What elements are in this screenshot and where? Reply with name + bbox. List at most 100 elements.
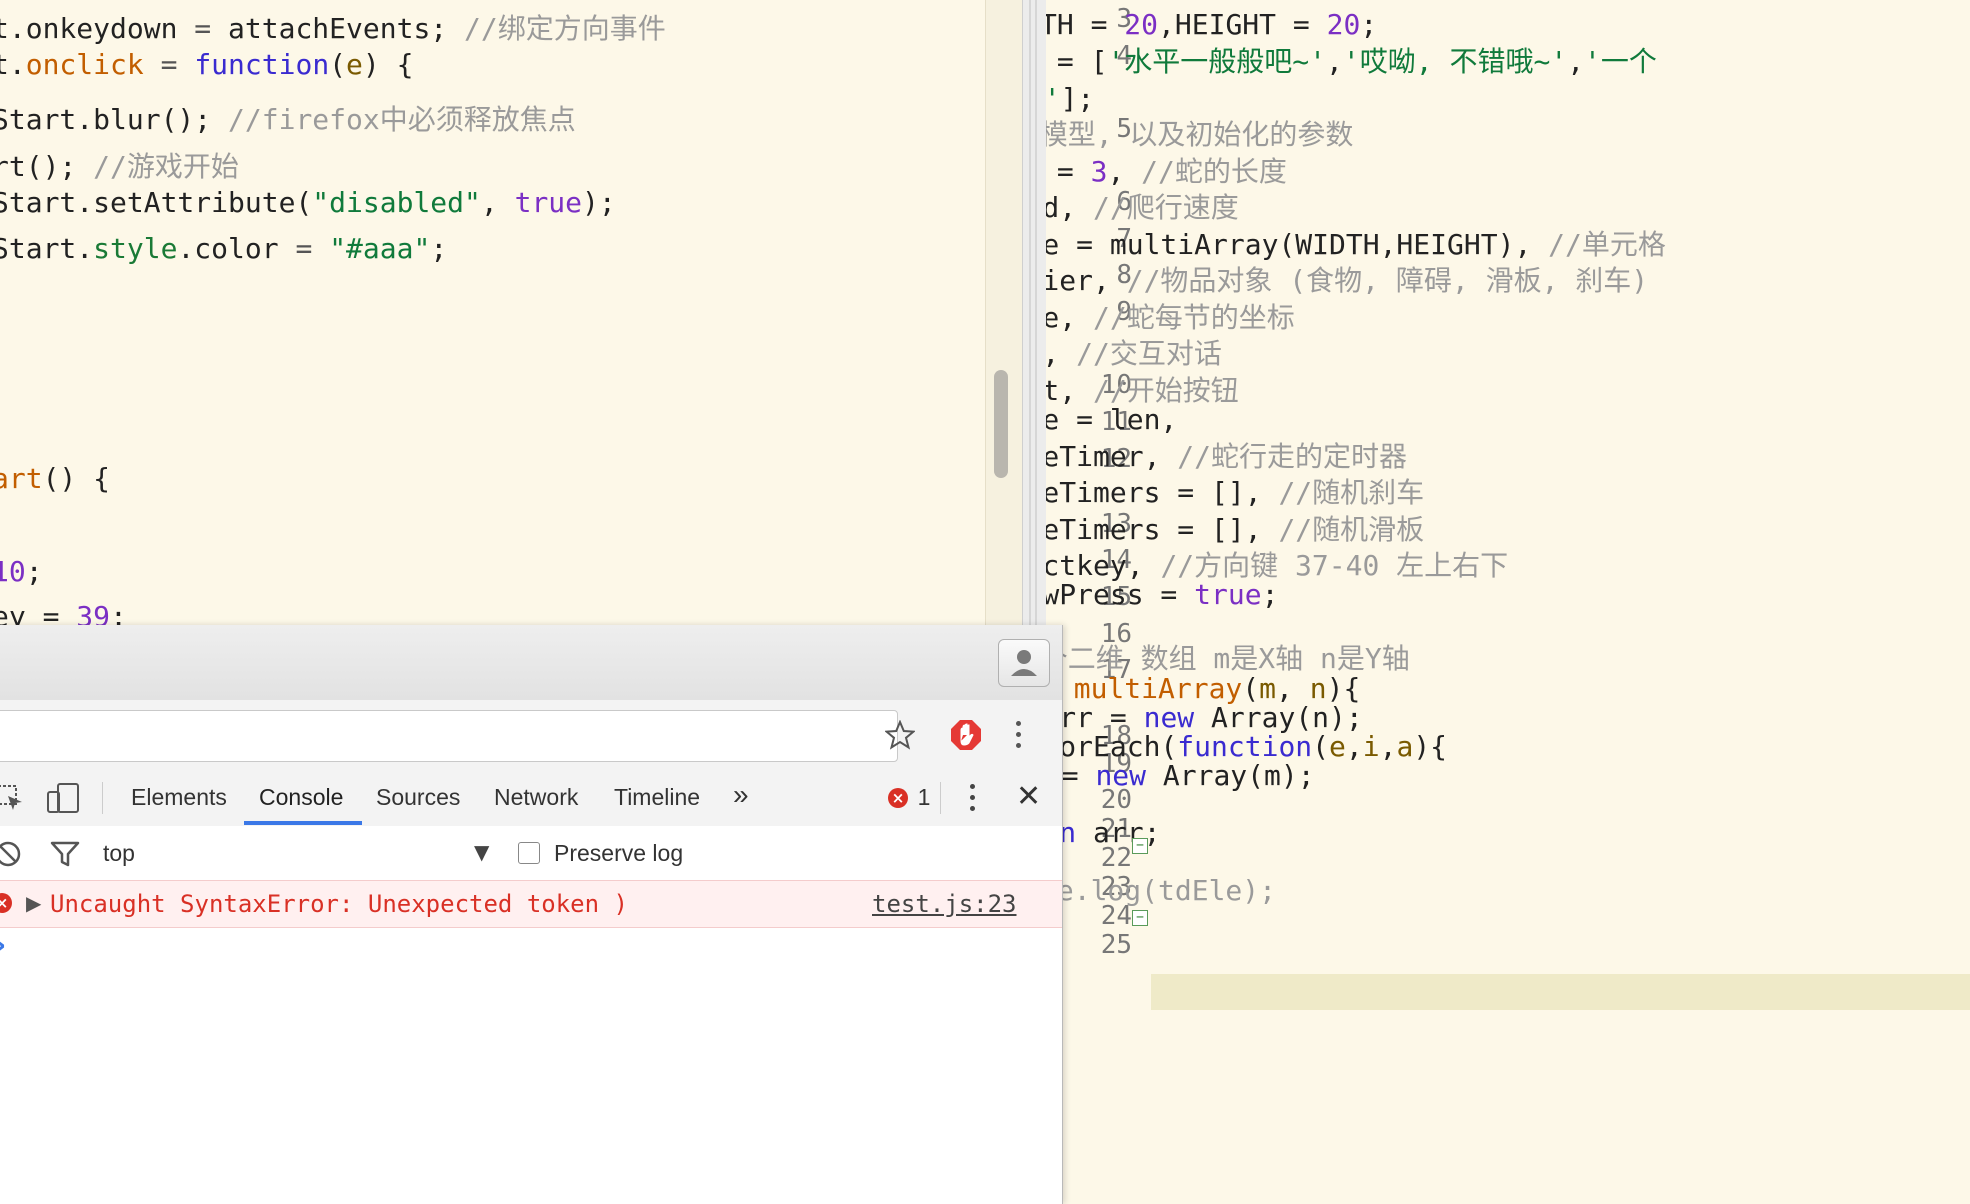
code-line[interactable]: art() { [0,462,110,496]
code-line[interactable]: var SAY = ['水平一般般吧~','哎呦, 不错哦~','一个 [1046,45,1657,79]
left-code-editor[interactable]: t.onkeydown = attachEvents; //绑定方向事件 t.o… [0,0,985,625]
code-token: info, [1046,337,1076,370]
right-code-editor[interactable]: 3 4 5 6 7 8 9 10 11 12 13 14 15 16 17 18 19 20 21 22 23 24 25 … [1046,0,1970,1204]
code-token: skateTimers = [], [1046,513,1262,546]
code-token: a [1396,730,1414,763]
browser-window: Elements Console Sources Network Timelin… [0,625,1063,1204]
code-line[interactable]: var len = 3, //蛇的长度 [1046,155,1287,189]
preserve-log-checkbox[interactable] [518,842,540,864]
error-icon: × [888,787,908,808]
code-token: ){ [1413,730,1448,763]
code-token: //单元格 [1548,228,1666,261]
code-token: 10 [0,555,26,588]
code-token: Start. [0,232,94,265]
code-token: ; [1360,8,1378,41]
context-dropdown-icon[interactable]: ▼ [474,840,489,864]
code-token: ; [25,555,43,588]
code-token: tdEle = multiArray(WIDTH,HEIGHT), [1046,228,1532,261]
code-line[interactable]: snake, //蛇每节的坐标 [1046,301,1295,335]
code-token: new [1095,759,1163,792]
prompt-chevron-icon: › [0,929,6,963]
code-line[interactable]: tdEle = multiArray(WIDTH,HEIGHT), //单元格 [1046,228,1666,262]
code-token: i [1362,730,1380,763]
code-line[interactable]: Start.blur(); //firefox中必须释放焦点 [0,103,576,137]
code-line[interactable]: brakeTimers = [], //随机刹车 [1046,476,1424,510]
code-token: WIDTH = [1046,8,1108,41]
device-toolbar-icon[interactable] [46,782,80,814]
bookmark-star-icon[interactable] [885,720,915,750]
context-selector[interactable]: top [103,840,135,867]
pane-splitter[interactable] [1022,0,1048,625]
person-icon [1011,650,1037,676]
code-line[interactable]: speed, //爬行速度 [1046,191,1239,225]
code-line[interactable]: score = len, [1046,403,1177,437]
tab-console[interactable]: Console [259,784,343,811]
code-token: SAY = [ [1056,45,1108,78]
code-line[interactable]: t.onkeydown = attachEvents; //绑定方向事件 [0,12,666,46]
code-token: //蛇每节的坐标 [1093,301,1295,334]
code-line[interactable]: carrier, //物品对象 (食物, 障碍, 滑板, 刹车) [1046,264,1648,298]
preserve-log-label: Preserve log [554,840,684,866]
code-line[interactable]: snakeTimer, //蛇行走的定时器 [1046,440,1407,474]
code-line[interactable]: t.onclick = function(e) { [0,48,413,82]
code-line[interactable]: rt(); //游戏开始 [0,150,239,184]
code-line[interactable]: 叫你完爆了! ']; [1046,82,1094,116]
code-token: ; [1261,578,1279,611]
tab-network[interactable]: Network [494,784,578,811]
tab-timeline[interactable]: Timeline [614,784,700,811]
code-token: e [346,48,363,81]
code-token: score = len, [1046,403,1178,436]
left-editor-scroll-thumb[interactable] [994,370,1008,478]
code-line[interactable]: ey = 39; [0,600,127,625]
code-token: , [1326,45,1343,78]
code-token: //绑定方向事件 [464,12,666,45]
code-line[interactable]: //console.log(tdEle); [1046,874,1276,908]
error-counter[interactable]: × 1 [888,784,930,812]
more-tabs-button[interactable]: » [733,779,749,811]
code-line[interactable]: e = new Array(m); [1046,759,1315,793]
devtools-menu-icon[interactable] [967,782,979,814]
code-token: ey = [0,600,77,625]
kebab-menu-icon[interactable] [1010,717,1026,753]
fold-toggle-icon[interactable]: − [1132,838,1148,854]
code-token: , [1567,45,1585,78]
tab-sources[interactable]: Sources [376,784,460,811]
code-token: "disabled" [312,186,481,219]
clear-console-icon[interactable] [0,840,22,868]
code-token: onclick [25,48,144,81]
close-devtools-icon[interactable]: ✕ [1016,780,1041,814]
code-token: //交互对话 [1076,337,1222,370]
console-prompt[interactable]: › [0,927,1062,967]
code-token: art [0,462,43,495]
code-token: ,HEIGHT = [1158,8,1327,41]
code-token: //创建一个二维 数组 m是X轴 n是Y轴 [1046,642,1410,675]
code-token: ); [582,186,616,219]
code-token: attachEvents; [228,12,465,45]
error-text: Uncaught SyntaxError: Unexpected token ) [50,890,628,918]
code-line[interactable]: Start.setAttribute("disabled", true); [0,186,616,220]
fold-toggle-icon[interactable]: − [1132,910,1148,926]
error-source-link[interactable]: test.js:23 [872,890,1017,918]
code-token: snake, [1046,301,1077,334]
code-token: //firefox中必须释放焦点 [228,103,576,136]
expand-triangle-icon[interactable]: ▶ [26,890,41,916]
left-editor-scrollbar[interactable] [985,0,1023,625]
address-bar[interactable] [0,710,898,762]
adblock-icon[interactable] [950,719,982,751]
code-line[interactable]: allowPress = true; [1046,578,1278,612]
code-line[interactable]: 10; [0,555,43,589]
code-line[interactable]: skateTimers = [], //随机滑板 [1046,513,1424,547]
inspect-element-icon[interactable] [0,784,24,812]
code-token: //定义蛇模型, 以及初始化的参数 [1046,118,1354,151]
code-line[interactable]: //创建一个二维 数组 m是X轴 n是Y轴 [1046,642,1410,676]
code-line[interactable]: var WIDTH = 20,HEIGHT = 20; [1046,8,1377,42]
code-line[interactable]: //定义蛇模型, 以及初始化的参数 [1046,118,1353,152]
profile-button[interactable] [998,639,1050,687]
code-token: //爬行速度 [1093,191,1239,224]
code-token: Start.blur(); [0,103,229,136]
code-line[interactable]: Start.style.color = "#aaa"; [0,232,447,266]
console-error-message[interactable]: × ▶ Uncaught SyntaxError: Unexpected tok… [0,880,1062,928]
tab-elements[interactable]: Elements [131,784,227,811]
filter-icon[interactable] [50,840,80,868]
code-line[interactable]: info, //交互对话 [1046,337,1222,371]
